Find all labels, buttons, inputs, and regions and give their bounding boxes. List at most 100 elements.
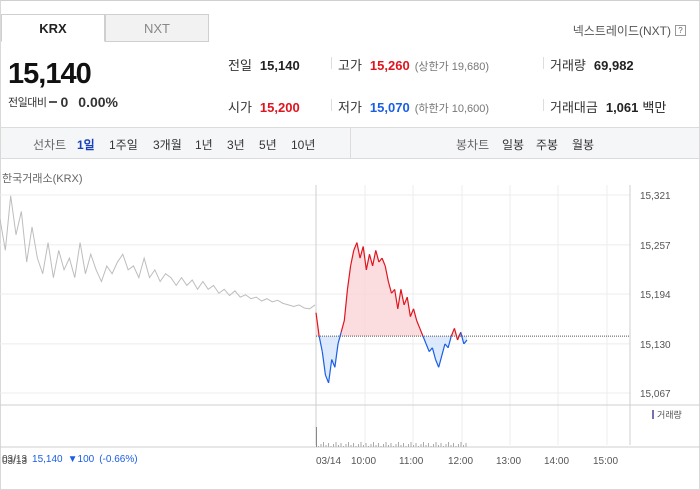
stat-unit: 백만 (642, 100, 667, 115)
prev-day-price: 15,140 (32, 454, 63, 465)
volume-bar (360, 442, 362, 447)
stat-label: 저가 (338, 100, 362, 115)
stat-volume: 거래량 69,982 (550, 55, 634, 74)
period-3y[interactable]: 3년 (227, 136, 245, 153)
series-line-prev-day (0, 195, 316, 310)
prev-day-pct: (-0.66%) (99, 454, 138, 465)
stat-sub: (상한가 19,680) (414, 61, 490, 73)
volume-bar (320, 444, 322, 447)
volume-bar (353, 443, 354, 447)
volume-bar (458, 444, 459, 447)
volume-bar (378, 443, 379, 447)
stat-open: 시가 15,200 (228, 97, 300, 116)
volume-bar (393, 446, 394, 447)
volume-bar (413, 445, 414, 447)
volume-bar (375, 445, 377, 447)
volume-bars (316, 427, 467, 447)
candle-weekly[interactable]: 주봉 (536, 136, 558, 153)
y-tick-label: 15,321 (640, 191, 671, 202)
volume-bar (390, 443, 392, 447)
y-tick-label: 15,194 (640, 290, 671, 301)
volume-bar (333, 444, 334, 447)
period-3m[interactable]: 3개월 (153, 136, 182, 153)
x-tick-label: 11:00 (399, 456, 424, 467)
volume-bar (435, 442, 437, 447)
nextrade-link[interactable]: 넥스트레이드(NXT) ? (573, 22, 686, 39)
volume-bar (450, 445, 452, 447)
volume-bar (403, 443, 404, 447)
volume-bar (455, 446, 457, 447)
period-1w[interactable]: 1주일 (109, 136, 138, 153)
volume-bar (316, 427, 317, 447)
volume-bar (388, 445, 389, 447)
stat-label: 거래대금 (550, 100, 598, 115)
volume-bar (358, 444, 359, 447)
volume-bar (343, 446, 344, 447)
candle-daily[interactable]: 일봉 (502, 136, 524, 153)
period-bar: 선차트 1일 1주일 3개월 1년 3년 5년 10년 봉차트 일봉 주봉 월봉 (1, 127, 699, 159)
nextrade-label: 넥스트레이드(NXT) (572, 24, 671, 38)
volume-bar (323, 442, 324, 447)
volume-bar (433, 444, 434, 447)
volume-bar (380, 446, 382, 447)
stat-value: 15,140 (259, 58, 300, 73)
price-chart[interactable]: 15,32115,25715,19415,13015,067 03/13 03/1… (0, 185, 700, 485)
period-10y[interactable]: 10년 (291, 136, 315, 153)
volume-bar (340, 443, 342, 447)
x-tick-label: 15:00 (593, 456, 618, 467)
prev-day-change: ▼100 (67, 454, 95, 465)
volume-bar (465, 443, 467, 447)
volume-bar (415, 443, 417, 447)
volume-legend-swatch (652, 410, 654, 419)
volume-bar (368, 446, 369, 447)
volume-bar (463, 445, 464, 447)
period-1y[interactable]: 1년 (195, 136, 213, 153)
current-price: 15,140 (8, 58, 92, 90)
divider (331, 99, 332, 111)
volume-bar (460, 442, 462, 447)
volume-bar (328, 443, 329, 447)
stat-value: 69,982 (593, 58, 634, 73)
stat-value: 15,070 (369, 100, 410, 115)
volume-bar (420, 444, 422, 447)
candle-monthly[interactable]: 월봉 (572, 136, 594, 153)
x-tick-label: 13:00 (496, 456, 521, 467)
y-tick-label: 15,130 (640, 340, 671, 351)
tab-krx[interactable]: KRX (1, 14, 105, 42)
stat-sub: (하한가 10,600) (414, 103, 490, 115)
stat-label: 시가 (228, 100, 252, 115)
period-5y[interactable]: 5년 (259, 136, 277, 153)
volume-bar (418, 446, 419, 447)
stat-prev-close: 전일 15,140 (228, 55, 300, 74)
prev-day-info: 03/13 15,140 ▼100 (-0.66%) (2, 454, 138, 465)
volume-bar (338, 445, 339, 447)
x-tick-label: 14:00 (544, 456, 569, 467)
tab-nxt[interactable]: NXT (105, 14, 209, 42)
volume-bar (443, 446, 444, 447)
volume-bar (405, 446, 407, 447)
volume-bar (363, 445, 364, 447)
period-1d[interactable]: 1일 (77, 136, 95, 153)
volume-bar (365, 443, 367, 447)
stat-high: 고가 15,260 (상한가 19,680) (338, 55, 489, 74)
change-percent: 0.00% (78, 94, 118, 110)
candle-chart-label: 봉차트 (456, 138, 490, 152)
stat-amount: 거래대금 1,061 백만 (550, 97, 666, 116)
volume-legend: 거래량 (652, 409, 682, 420)
volume-legend-label: 거래량 (657, 409, 682, 420)
help-icon[interactable]: ? (675, 25, 686, 36)
divider (543, 99, 544, 111)
volume-bar (398, 442, 399, 447)
volume-bar (425, 445, 427, 447)
line-chart-label: 선차트 (33, 138, 67, 152)
prev-day-date: 03/13 (2, 454, 28, 465)
stat-label: 거래량 (550, 58, 586, 73)
market-tabs: KRX NXT (1, 14, 209, 42)
stat-label: 전일 (228, 58, 252, 73)
exchange-caption: 한국거래소(KRX) (2, 173, 83, 185)
volume-bar (453, 443, 454, 447)
volume-bar (348, 442, 349, 447)
y-tick-label: 15,067 (640, 389, 671, 400)
volume-bar (325, 445, 327, 447)
period-bar-separator (350, 128, 351, 158)
